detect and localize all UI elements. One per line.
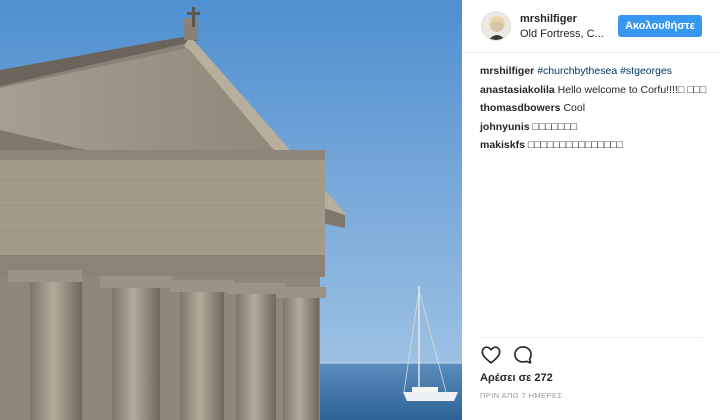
comments-list: mrshilfiger #churchbythesea #stgeorges a…: [480, 64, 714, 157]
comment-text: □□□□□□□□□□□□□□□: [527, 139, 624, 151]
speech-bubble-icon[interactable]: [512, 344, 534, 366]
post-username[interactable]: mrshilfiger: [520, 13, 577, 25]
comment-item: anastasiakolila Hello welcome to Corfu!!…: [480, 83, 714, 97]
post-sidebar: mrshilfiger Old Fortress, C... Ακολουθήσ…: [462, 0, 720, 420]
comment-text: Hello welcome to Corfu!!!!□ □□□: [557, 83, 707, 96]
post-photo[interactable]: [0, 0, 462, 420]
comment-item: thomasdbowers Cool: [480, 101, 714, 115]
comment-item: makiskfs □□□□□□□□□□□□□□□: [480, 138, 714, 152]
avatar-image: [482, 12, 510, 40]
follow-button[interactable]: Ακολουθήστε: [618, 15, 702, 37]
heart-icon[interactable]: [480, 344, 502, 366]
comment-item: johnyunis □□□□□□□: [480, 120, 714, 134]
caption: mrshilfiger #churchbythesea #stgeorges: [480, 64, 714, 78]
church-by-the-sea-image: [0, 0, 462, 420]
actions-divider: [480, 337, 702, 338]
hashtag[interactable]: #stgeorges: [620, 65, 672, 77]
comment-author[interactable]: makiskfs: [480, 139, 525, 151]
likes-count[interactable]: Αρέσει σε 272: [480, 372, 553, 384]
comment-author[interactable]: anastasiakolila: [480, 84, 555, 96]
post-location[interactable]: Old Fortress, C...: [520, 28, 604, 40]
comment-author[interactable]: johnyunis: [480, 121, 530, 133]
comment-text: Cool: [563, 102, 586, 114]
caption-author[interactable]: mrshilfiger: [480, 65, 534, 77]
comment-author[interactable]: thomasdbowers: [480, 102, 561, 114]
avatar[interactable]: [481, 11, 511, 41]
hashtag[interactable]: #churchbythesea: [537, 65, 617, 77]
comment-text: □□□□□□□: [532, 120, 577, 133]
post-timestamp: ΠΡΙΝ ΑΠΟ 7 ΗΜΕΡΕΣ: [480, 391, 563, 400]
post-header: mrshilfiger Old Fortress, C... Ακολουθήσ…: [462, 0, 720, 53]
